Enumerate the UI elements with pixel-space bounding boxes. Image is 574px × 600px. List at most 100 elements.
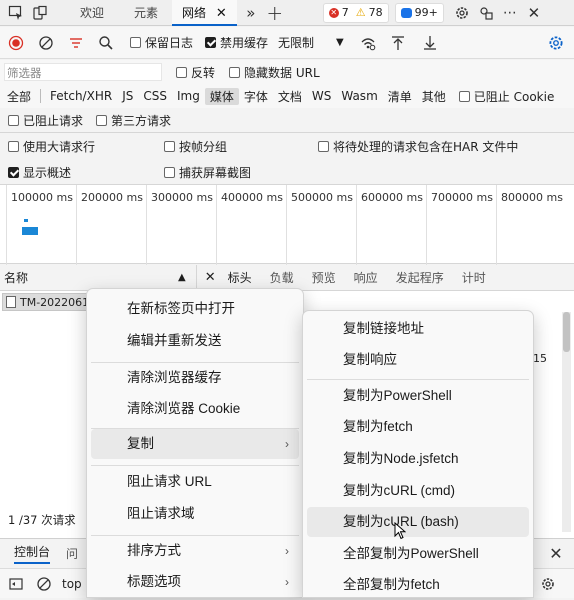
tab-elements[interactable]: 元素 [124,0,168,26]
copy-as-fetch[interactable]: 复制为fetch [307,412,529,442]
close-icon[interactable]: ✕ [216,6,227,21]
menu-block-url[interactable]: 阻止请求 URL [91,467,299,497]
invert-checkbox[interactable]: 反转 [176,64,215,81]
menu-block-domain[interactable]: 阻止请求域 [91,499,299,529]
record-icon[interactable] [4,31,28,55]
type-img[interactable]: Img [172,89,205,103]
third-party-box[interactable] [96,115,107,126]
show-overview-checkbox[interactable]: 显示概述 [8,164,71,181]
console-settings-gear-icon[interactable] [536,572,560,596]
type-manifest[interactable]: 清单 [383,88,417,105]
hide-data-urls-box[interactable] [229,66,241,78]
inspect-element-icon[interactable] [4,1,28,25]
filter-input[interactable]: 筛选器 [4,63,162,81]
type-wasm[interactable]: Wasm [336,89,382,103]
type-doc[interactable]: 文档 [273,88,307,105]
menu-open-new-tab[interactable]: 在新标签页中打开 [91,294,299,324]
hide-data-urls-checkbox[interactable]: 隐藏数据 URL [229,64,320,81]
menu-clear-cookies[interactable]: 清除浏览器 Cookie [91,394,299,424]
large-rows-checkbox[interactable]: 使用大请求行 [8,138,95,155]
menu-copy[interactable]: 复制 › [91,429,299,459]
sidebar-toggle-icon[interactable] [4,572,28,596]
blocked-cookies-box[interactable] [458,90,470,102]
har-pending-checkbox[interactable]: 将待处理的请求包含在HAR 文件中 [318,138,518,155]
preserve-log-checkbox[interactable]: 保留日志 [130,34,193,51]
tab-headers[interactable]: 标头 [228,269,252,286]
menu-edit-resend[interactable]: 编辑并重新发送 [91,326,299,356]
large-rows-box[interactable] [8,141,19,152]
tab-initiator[interactable]: 发起程序 [396,269,444,286]
clear-icon[interactable] [34,31,58,55]
group-by-frame-label: 按帧分组 [179,140,228,154]
type-all[interactable]: 全部 [2,88,36,105]
tab-payload[interactable]: 负载 [270,269,294,286]
blocked-requests-checkbox[interactable]: 已阻止请求 [8,112,83,129]
tab-issues[interactable]: 问 [66,545,78,562]
overview-timeline[interactable]: 100000 ms 200000 ms 300000 ms 400000 ms … [0,184,574,265]
capture-screenshots-box[interactable] [164,167,175,178]
blocked-requests-box[interactable] [8,115,19,126]
type-other[interactable]: 其他 [417,88,451,105]
invert-box[interactable] [176,66,187,78]
copy-as-nodejs-fetch[interactable]: 复制为Node.jsfetch [307,444,529,474]
type-js[interactable]: JS [117,89,138,103]
copy-response[interactable]: 复制响应 [307,345,529,375]
group-by-frame-box[interactable] [164,141,175,152]
more-options-icon[interactable]: ⋯ [498,1,522,25]
errors-badge[interactable]: ✕ 7 ⚠ 78 [322,2,389,23]
copy-as-curl-cmd[interactable]: 复制为cURL (cmd) [307,476,529,506]
show-overview-box[interactable] [8,167,19,178]
type-media[interactable]: 媒体 [204,87,239,105]
upload-icon[interactable] [386,31,410,55]
type-font[interactable]: 字体 [239,88,273,105]
network-conditions-icon[interactable] [356,31,380,55]
network-settings-gear-icon[interactable] [544,31,568,55]
name-column-header[interactable]: 名称 [4,269,28,286]
error-icon: ✕ [328,7,339,18]
tab-timing[interactable]: 计时 [462,269,486,286]
tab-response[interactable]: 响应 [354,269,378,286]
close-drawer-icon[interactable]: ✕ [544,542,568,566]
copy-as-curl-bash[interactable]: 复制为cURL (bash) [307,507,529,537]
type-ws[interactable]: WS [307,89,336,103]
scrollbar-thumb[interactable] [563,312,570,352]
menu-clear-cache[interactable]: 清除浏览器缓存 [91,363,299,393]
search-icon[interactable] [94,31,118,55]
copy-link-address[interactable]: 复制链接地址 [307,314,529,344]
download-icon[interactable] [418,31,442,55]
tab-console[interactable]: 控制台 [14,543,51,564]
copy-all-as-fetch[interactable]: 全部复制为fetch [307,570,529,600]
copy-as-powershell[interactable]: 复制为PowerShell [307,381,529,411]
tab-preview[interactable]: 预览 [312,269,336,286]
chevron-right-icon: › [285,437,289,451]
feedback-icon[interactable] [474,1,498,25]
copy-all-as-powershell[interactable]: 全部复制为PowerShell [307,539,529,569]
throttle-select[interactable]: 无限制 ▼ [278,34,344,51]
menu-header-options[interactable]: 标题选项 › [91,567,299,597]
filter-icon[interactable] [64,31,88,55]
type-css[interactable]: CSS [138,89,172,103]
tab-network[interactable]: 网络 ✕ [172,0,237,26]
issues-badge[interactable]: 99+ [394,2,444,23]
tab-welcome[interactable]: 欢迎 [70,0,114,26]
more-tabs-icon[interactable]: » [239,1,263,25]
type-fetch-xhr[interactable]: Fetch/XHR [45,89,117,103]
close-devtools-icon[interactable]: ✕ [522,1,546,25]
device-emulation-icon[interactable] [28,1,52,25]
sort-ascending-icon[interactable]: ▲ [178,272,186,283]
clear-console-icon[interactable] [32,572,56,596]
disable-cache-checkbox[interactable]: 禁用缓存 [205,34,268,51]
gear-icon[interactable] [450,1,474,25]
blocked-cookies-checkbox[interactable]: 已阻止 Cookie [458,88,554,105]
disable-cache-box[interactable] [205,37,217,48]
capture-screenshots-checkbox[interactable]: 捕获屏幕截图 [164,164,251,181]
add-tab-icon[interactable]: + [263,1,287,25]
menu-sort-by[interactable]: 排序方式 › [91,536,299,566]
har-pending-box[interactable] [318,141,329,152]
context-select[interactable]: top [62,577,82,591]
group-by-frame-checkbox[interactable]: 按帧分组 [164,138,227,155]
timeline-tick: 500000 ms [286,185,353,265]
third-party-checkbox[interactable]: 第三方请求 [96,112,171,129]
close-detail-icon[interactable]: ✕ [205,270,216,285]
preserve-log-box[interactable] [130,37,141,48]
